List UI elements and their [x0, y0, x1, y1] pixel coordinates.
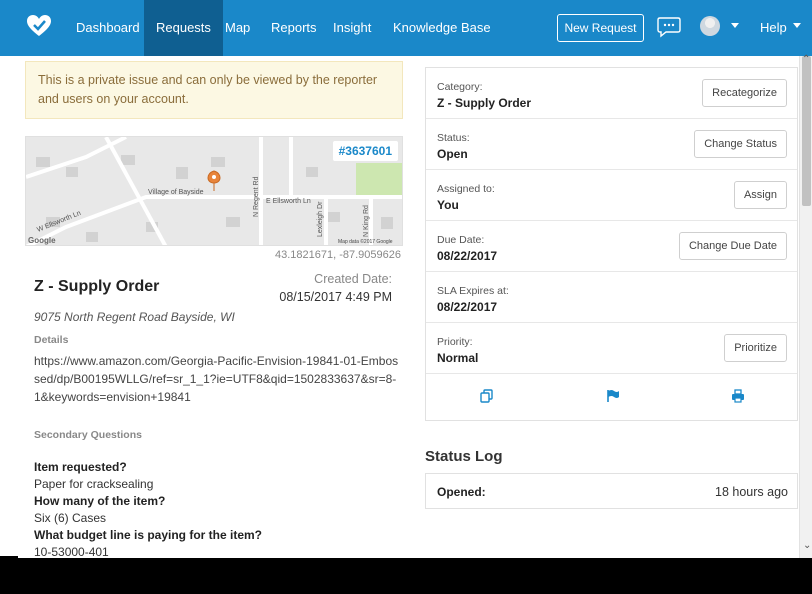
avatar[interactable] [700, 16, 720, 36]
answer: Paper for cracksealing [34, 477, 154, 491]
chevron-down-icon[interactable] [731, 23, 739, 28]
scrollbar-thumb[interactable] [802, 56, 811, 206]
top-navigation-bar: Dashboard Requests Map Reports Insight K… [0, 0, 812, 56]
heart-check-logo[interactable] [26, 14, 52, 38]
question: How many of the item? [34, 494, 166, 508]
scroll-up-arrow-icon[interactable]: ⌃ [802, 54, 810, 65]
assigned-value: You [437, 198, 459, 212]
private-issue-notice: This is a private issue and can only be … [25, 61, 403, 119]
status-label: Status: [437, 132, 470, 144]
help-chevron-down-icon[interactable] [793, 23, 801, 28]
new-request-button[interactable]: New Request [557, 14, 644, 42]
nav-dashboard[interactable]: Dashboard [76, 0, 140, 56]
map-label-e-ellsworth: E Ellsworth Ln [266, 198, 311, 205]
priority-row: Priority: Normal Prioritize [426, 323, 797, 374]
map-label-lexleigh: Lexleigh Dr [317, 201, 324, 237]
nav-map[interactable]: Map [225, 0, 250, 56]
vertical-scrollbar[interactable]: ⌃ ⌄ [799, 54, 812, 558]
chat-bubble-icon[interactable] [657, 16, 681, 38]
priority-value: Normal [437, 351, 479, 365]
category-row: Category: Z - Supply Order Recategorize [426, 68, 797, 119]
map-label-n-king: N King Rd [363, 205, 370, 237]
details-text: https://www.amazon.com/Georgia-Pacific-E… [34, 354, 399, 404]
due-date-label: Due Date: [437, 234, 485, 246]
status-log-event: Opened: [437, 485, 486, 499]
details-heading: Details [34, 334, 69, 346]
sla-label: SLA Expires at: [437, 285, 509, 297]
priority-label: Priority: [437, 336, 473, 348]
black-overlay-bar [0, 558, 812, 594]
nav-reports[interactable]: Reports [271, 0, 317, 56]
scroll-down-arrow-icon[interactable]: ⌄ [803, 540, 811, 551]
status-log-heading: Status Log [425, 448, 503, 465]
sla-row: SLA Expires at: 08/22/2017 [426, 272, 797, 323]
issue-address: 9075 North Regent Road Bayside, WI [34, 310, 235, 324]
map-label-n-regent: N Regent Rd [253, 176, 260, 217]
assigned-label: Assigned to: [437, 183, 495, 195]
sla-value: 08/22/2017 [437, 300, 498, 314]
assign-button[interactable]: Assign [733, 181, 787, 209]
map-copyright: Map data ©2017 Google [338, 238, 393, 245]
issue-title: Z - Supply Order [34, 278, 160, 295]
flag-icon[interactable] [606, 389, 620, 403]
black-overlay-left [0, 556, 18, 594]
google-logo: Google [28, 236, 56, 245]
prioritize-button[interactable]: Prioritize [724, 334, 787, 362]
answer: 10-53000-401 [34, 545, 109, 558]
secondary-questions-list: Item requested? Paper for cracksealing H… [34, 459, 399, 558]
issue-id-badge: #3637601 [332, 141, 398, 161]
help-menu[interactable]: Help [760, 0, 787, 56]
print-icon[interactable] [731, 389, 745, 403]
recategorize-button[interactable]: Recategorize [702, 79, 787, 107]
change-due-date-button[interactable]: Change Due Date [678, 232, 787, 260]
action-icons-row [426, 374, 797, 420]
status-log-entry: Opened: 18 hours ago [425, 473, 798, 509]
due-date-row: Due Date: 08/22/2017 Change Due Date [426, 221, 797, 272]
category-value: Z - Supply Order [437, 96, 532, 110]
question: Item requested? [34, 460, 127, 474]
status-log-time: 18 hours ago [715, 485, 788, 499]
created-date-label: Created Date: [314, 272, 392, 286]
answer: Six (6) Cases [34, 511, 107, 525]
issue-properties-card: Category: Z - Supply Order Recategorize … [425, 67, 798, 421]
assigned-row: Assigned to: You Assign [426, 170, 797, 221]
category-label: Category: [437, 81, 483, 93]
due-date-value: 08/22/2017 [437, 249, 498, 263]
issue-detail-panel: This is a private issue and can only be … [25, 56, 403, 558]
map-label-village: Village of Bayside [148, 189, 204, 196]
location-map[interactable]: Village of Bayside E Ellsworth Ln W Ells… [25, 136, 403, 246]
change-status-button[interactable]: Change Status [694, 130, 787, 158]
status-value: Open [437, 147, 468, 161]
nav-requests[interactable]: Requests [144, 0, 223, 56]
status-row: Status: Open Change Status [426, 119, 797, 170]
nav-insight[interactable]: Insight [333, 0, 371, 56]
secondary-questions-heading: Secondary Questions [34, 429, 142, 441]
question: What budget line is paying for the item? [34, 528, 263, 542]
created-date-value: 08/15/2017 4:49 PM [279, 290, 392, 304]
copy-icon[interactable] [480, 389, 494, 403]
map-coordinates: 43.1821671, -87.9059626 [275, 249, 402, 261]
nav-knowledge-base[interactable]: Knowledge Base [393, 0, 491, 56]
